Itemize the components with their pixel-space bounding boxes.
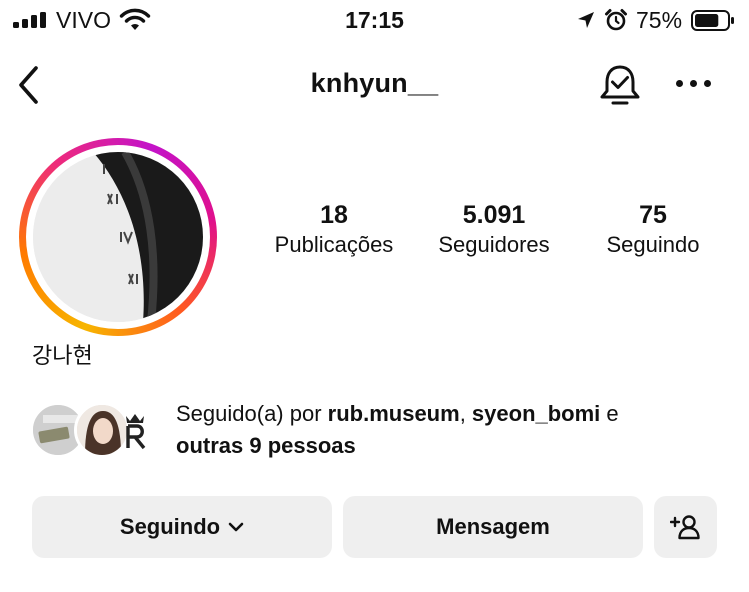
stat-following-label: Seguindo [606, 232, 700, 257]
more-icon[interactable] [676, 78, 712, 90]
signal-icon [13, 12, 49, 28]
add-user-button[interactable] [654, 496, 717, 558]
mutual-user-1[interactable]: rub.museum [328, 401, 460, 426]
avatar-photo [33, 152, 203, 322]
message-button[interactable]: Mensagem [343, 496, 643, 558]
chevron-down-icon [228, 522, 244, 532]
status-bar: VIVO 17:15 75% [0, 0, 749, 40]
mutual-followers-avatars[interactable] [30, 400, 160, 462]
bell-check-icon[interactable] [598, 62, 642, 108]
carrier-name: VIVO [56, 7, 111, 33]
mutual-user-2[interactable]: syeon_bomi [472, 401, 600, 426]
stat-followers-label: Seguidores [438, 232, 550, 257]
stat-posts-label: Publicações [274, 232, 394, 257]
stat-posts-count: 18 [320, 201, 348, 229]
display-name: 강나현 [32, 343, 93, 368]
followed-by-separator: , [459, 401, 472, 426]
battery-percent: 75% [636, 7, 683, 33]
avatar [33, 152, 203, 322]
stat-posts[interactable]: 18 Publicações [262, 200, 406, 260]
location-icon [578, 12, 594, 28]
back-icon[interactable] [14, 64, 46, 106]
mutual-avatar-3 [126, 414, 146, 450]
add-user-icon [669, 515, 700, 540]
followed-by-conjunction: e [600, 401, 619, 426]
message-button-label: Mensagem [436, 514, 550, 539]
following-button-label: Seguindo [119, 514, 221, 539]
battery-icon [691, 10, 734, 31]
following-button[interactable]: Seguindo [32, 496, 332, 558]
followed-by-prefix: Seguido(a) por [176, 401, 328, 426]
stat-following-count: 75 [639, 201, 667, 229]
wifi-icon [119, 8, 151, 30]
mutual-others[interactable]: outras 9 pessoas [176, 433, 356, 458]
followed-by-text[interactable]: Seguido(a) por rub.museum, syeon_bomi e o… [176, 398, 716, 462]
profile-avatar-ring[interactable] [19, 138, 217, 336]
stat-following[interactable]: 75 Seguindo [590, 200, 716, 260]
alarm-icon [605, 9, 627, 31]
stat-followers[interactable]: 5.091 Seguidores [424, 200, 564, 260]
stat-followers-count: 5.091 [462, 201, 526, 229]
